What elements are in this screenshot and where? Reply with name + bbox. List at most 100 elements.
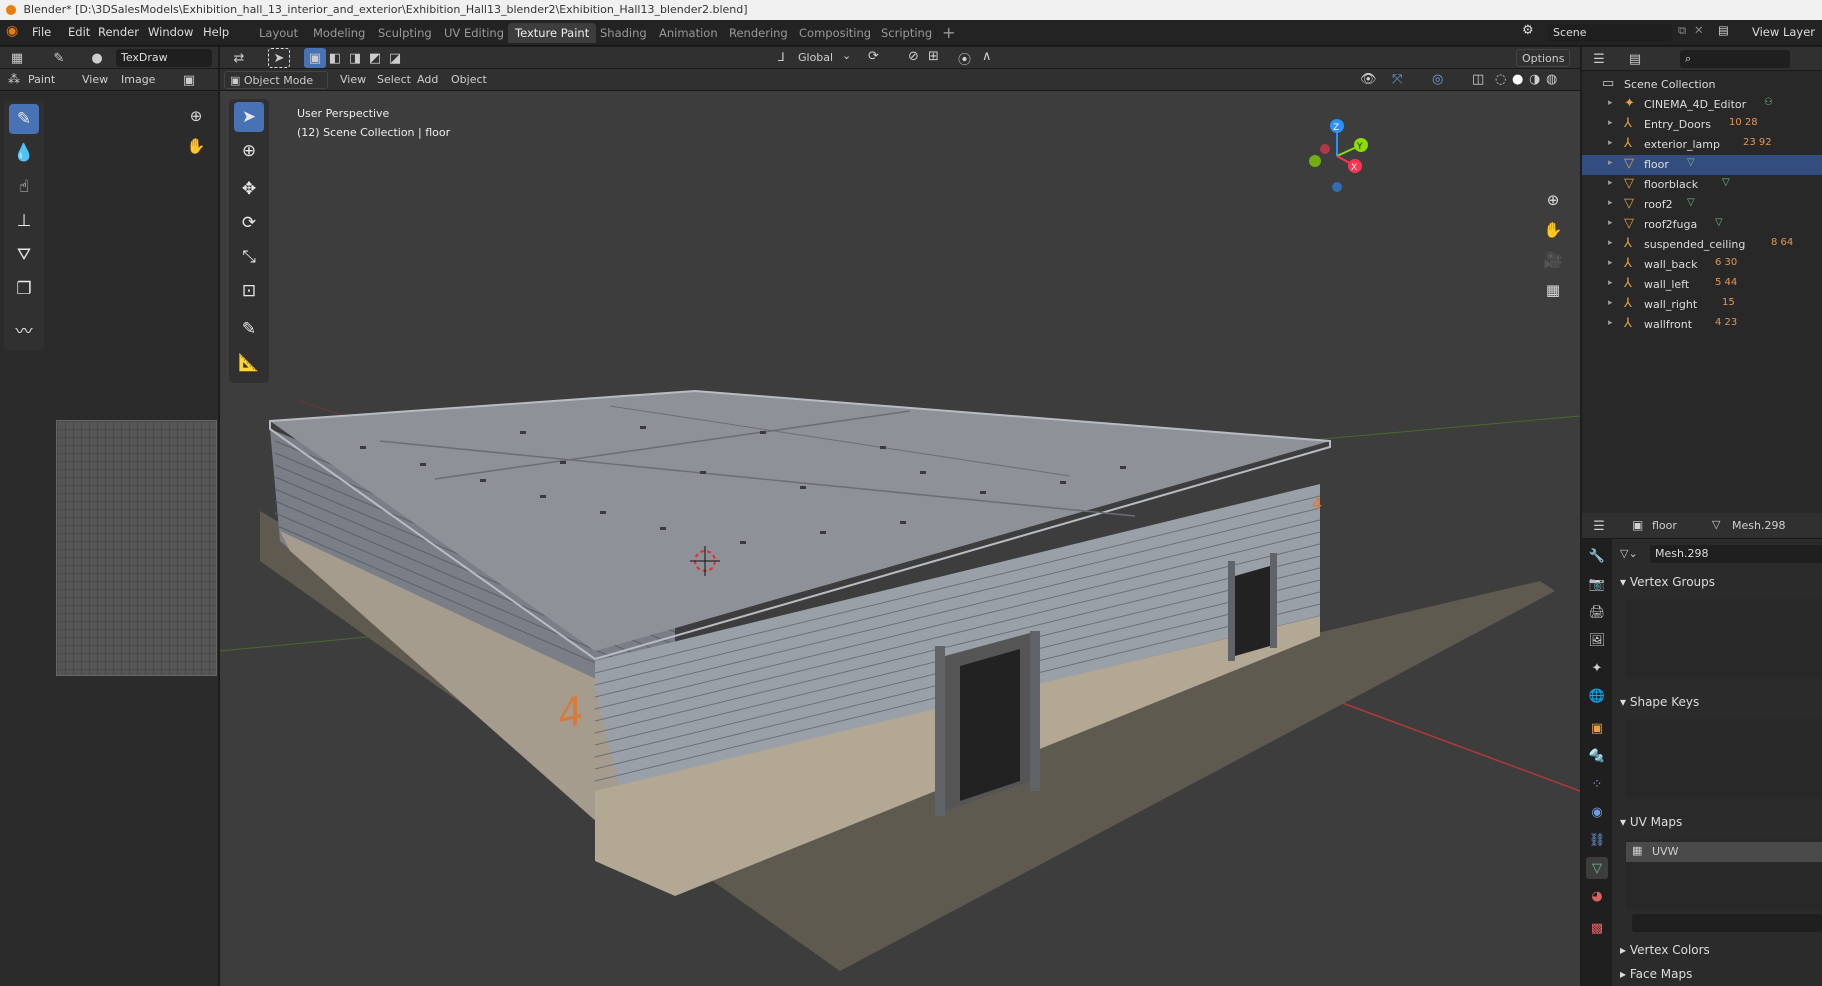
outliner-item-wall-left[interactable]: ▸ ⅄ wall_left 5 44 [1582, 275, 1822, 295]
xray-toggle-icon[interactable]: ◫ [1472, 72, 1484, 87]
tab-rendering[interactable]: Rendering [722, 23, 795, 43]
child-count-badge[interactable]: 23 92 [1743, 137, 1772, 148]
modifier-tab-icon[interactable]: 🔩 [1586, 745, 1608, 767]
expand-arrow-icon[interactable]: ▸ [1608, 118, 1613, 128]
tab-scripting[interactable]: Scripting [874, 23, 939, 43]
clone-tool-icon[interactable]: ⊥ [9, 206, 39, 236]
tab-layout[interactable]: Layout [252, 23, 305, 43]
add-workspace-icon[interactable]: + [942, 23, 955, 42]
vertex-colors-panel-header[interactable]: ▸ Vertex Colors [1620, 943, 1822, 963]
scene-new-icon[interactable]: ⧉ [1678, 23, 1686, 38]
cursor-tool-icon[interactable]: ⊕ [234, 136, 264, 166]
menu-file[interactable]: File [32, 25, 51, 39]
constraints-tab-icon[interactable]: ⛓ [1586, 829, 1608, 851]
scene-tab-icon[interactable]: ✦ [1586, 657, 1608, 679]
measure-tool-icon[interactable]: 📐 [234, 348, 264, 378]
world-tab-icon[interactable]: 🌐 [1586, 685, 1608, 707]
outliner-item-roof2[interactable]: ▸ ▽ roof2 ▽ [1582, 195, 1822, 215]
snap-icon[interactable]: ⊘ [908, 49, 919, 64]
output-tab-icon[interactable]: 🖨 [1586, 601, 1608, 623]
menu-add[interactable]: Add [417, 73, 438, 86]
scale-tool-icon[interactable]: ⤡ [234, 242, 264, 272]
expand-arrow-icon[interactable]: ▸ [1608, 158, 1613, 168]
scene-selector-icon[interactable]: ⚙ [1522, 23, 1534, 38]
view-layer-tab-icon[interactable]: 🖼 [1586, 629, 1608, 651]
outliner-item-exterior-lamp[interactable]: ▸ ⅄ exterior_lamp 23 92 [1582, 135, 1822, 155]
child-count-badge[interactable]: 5 44 [1715, 277, 1737, 288]
shading-material-icon[interactable]: ◑ [1529, 72, 1540, 87]
snap-target-icon[interactable]: ⊞ [928, 49, 939, 64]
child-count-badge[interactable]: 8 64 [1771, 237, 1793, 248]
rotate-tool-icon[interactable]: ⟳ [234, 208, 264, 238]
menu-window[interactable]: Window [148, 25, 193, 39]
mesh-browse-icon[interactable]: ▽⌄ [1620, 547, 1638, 560]
expand-arrow-icon[interactable]: ▸ [1608, 238, 1613, 248]
mesh-name-field[interactable]: Mesh.298 [1650, 545, 1822, 563]
mesh-data-icon[interactable]: ▽ [1715, 217, 1723, 228]
orientation-dropdown[interactable]: Global [798, 51, 833, 64]
expand-arrow-icon[interactable]: ▸ [1608, 278, 1613, 288]
select-box-icon[interactable]: ➤ [234, 102, 264, 132]
mode-dropdown[interactable]: Paint [28, 73, 55, 86]
material-tab-icon[interactable]: ◕ [1586, 885, 1608, 907]
shape-keys-list[interactable] [1626, 719, 1822, 799]
viewport-zoom-icon[interactable]: ⊕ [1540, 187, 1566, 213]
mesh-data-icon[interactable]: ▽ [1687, 197, 1695, 208]
expand-arrow-icon[interactable]: ▸ [1608, 298, 1613, 308]
brush-name-field[interactable]: TexDraw [116, 49, 212, 67]
image-canvas-grid[interactable] [56, 420, 217, 676]
options-dropdown[interactable]: Options [1516, 49, 1571, 67]
expand-arrow-icon[interactable]: ▸ [1608, 198, 1613, 208]
display-mode-icon[interactable]: ▤ [1624, 49, 1646, 69]
gizmo-toggle-icon[interactable]: ⤧ [1392, 72, 1402, 87]
outliner-search-input[interactable]: ⌕ [1680, 50, 1790, 68]
uv-map-item[interactable]: ▦ UVW [1626, 842, 1822, 862]
smear-tool-icon[interactable]: ☝ [9, 172, 39, 202]
pan-hand-icon[interactable]: ✋ [183, 133, 209, 159]
render-tab-icon[interactable]: 📷 [1586, 573, 1608, 595]
brush-color-icon[interactable]: ● [86, 48, 108, 68]
move-tool-icon[interactable]: ✥ [234, 174, 264, 204]
menu-image[interactable]: Image [121, 73, 155, 86]
brush-icon[interactable]: ✎ [48, 48, 70, 68]
child-count-badge[interactable]: 10 28 [1729, 117, 1758, 128]
properties-type-icon[interactable]: ☰ [1588, 516, 1610, 536]
menu-object[interactable]: Object [451, 73, 487, 86]
outliner-item-wall-back[interactable]: ▸ ⅄ wall_back 6 30 [1582, 255, 1822, 275]
transform-tool-icon[interactable]: ⊡ [234, 276, 264, 306]
annotate-tool-icon[interactable]: 〰 [9, 314, 39, 344]
tool-tab-icon[interactable]: 🔧 [1586, 545, 1608, 567]
view-layer-icon[interactable]: ▤ [1718, 23, 1729, 37]
vertex-groups-list[interactable] [1626, 599, 1822, 679]
object-tab-icon[interactable]: ▣ [1586, 717, 1608, 739]
ortho-toggle-icon[interactable]: ▦ [1540, 277, 1566, 303]
shading-solid-icon[interactable]: ● [1512, 72, 1523, 87]
3d-viewport[interactable]: 4 4 Z Y X ➤ ⊕ ✥ ⟳ ⤡ ⊡ ✎ � [220, 91, 1580, 986]
texture-tab-icon[interactable]: ▩ [1586, 917, 1608, 939]
face-maps-panel-header[interactable]: ▸ Face Maps [1620, 967, 1822, 986]
overlay-toggle-icon[interactable]: ◎ [1432, 72, 1443, 87]
outliner-item-floor[interactable]: ▸ ▽ floor ▽ [1582, 155, 1822, 175]
expand-arrow-icon[interactable]: ▸ [1608, 318, 1613, 328]
outliner-item-roof2fuga[interactable]: ▸ ▽ roof2fuga ▽ [1582, 215, 1822, 235]
child-count-badge[interactable]: 6 30 [1715, 257, 1737, 268]
select-box-tool-icon[interactable]: ➤ [268, 48, 290, 68]
tab-compositing[interactable]: Compositing [792, 23, 878, 43]
expand-arrow-icon[interactable]: ▸ [1608, 258, 1613, 268]
outliner-type-icon[interactable]: ☰ [1588, 49, 1610, 69]
soften-tool-icon[interactable]: 💧 [9, 138, 39, 168]
scene-close-icon[interactable]: ✕ [1694, 23, 1704, 37]
paint-mode-icon[interactable]: ⁂ [8, 72, 20, 86]
expand-arrow-icon[interactable]: ▸ [1608, 98, 1613, 108]
outliner-item-cinema-4d-editor[interactable]: ▸ ✦ CINEMA_4D_Editor ⚇ [1582, 95, 1822, 115]
tab-animation[interactable]: Animation [652, 23, 725, 43]
fill-tool-icon[interactable]: ⛛ [9, 240, 39, 270]
particles-tab-icon[interactable]: ⁘ [1586, 773, 1608, 795]
expand-arrow-icon[interactable]: ▸ [1608, 138, 1613, 148]
uv-maps-list[interactable]: ▦ UVW [1626, 839, 1822, 909]
select-mode-extend-icon[interactable]: ◧ [324, 48, 346, 68]
viewport-pan-icon[interactable]: ✋ [1540, 217, 1566, 243]
outliner-root[interactable]: ▭ Scene Collection [1582, 75, 1822, 95]
tab-modeling[interactable]: Modeling [306, 23, 372, 43]
select-mode-invert-icon[interactable]: ◩ [364, 48, 386, 68]
